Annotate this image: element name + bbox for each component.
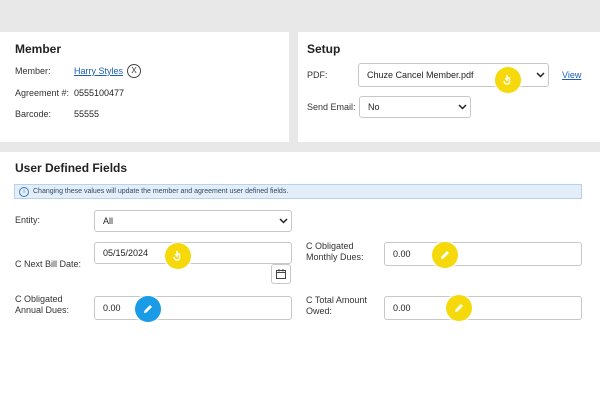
info-banner: i Changing these values will update the … [14, 184, 582, 199]
calendar-icon [276, 269, 286, 279]
entity-select-value: All [103, 216, 114, 226]
barcode-value: 55555 [74, 109, 100, 119]
obligated-monthly-dues-input[interactable]: 0.00 [384, 242, 582, 266]
info-icon: i [19, 186, 29, 197]
total-amount-owed-value: 0.00 [393, 303, 411, 313]
next-bill-date-value: 05/15/2024 [103, 248, 149, 258]
setup-panel [298, 32, 600, 142]
pencil-icon [446, 295, 472, 321]
member-label: Member: [15, 66, 51, 76]
remove-member-icon[interactable]: X [127, 64, 141, 78]
next-bill-date-input[interactable]: 05/15/2024 [94, 242, 292, 264]
entity-select[interactable]: All [94, 210, 292, 232]
udf-title: User Defined Fields [15, 161, 128, 175]
chevron-down-icon [454, 104, 470, 110]
obligated-monthly-dues-value: 0.00 [393, 249, 411, 259]
total-amount-owed-input[interactable]: 0.00 [384, 296, 582, 320]
pencil-icon [432, 242, 458, 268]
obligated-annual-dues-label: C Obligated Annual Dues: [15, 294, 70, 315]
pointer-hand-icon [165, 243, 191, 269]
pencil-icon [135, 296, 161, 322]
chevron-down-icon [275, 218, 291, 224]
send-email-select[interactable]: No [359, 96, 471, 118]
info-text: Changing these values will update the me… [33, 188, 289, 195]
pointer-hand-icon [495, 67, 521, 93]
barcode-label: Barcode: [15, 109, 52, 119]
member-name-link[interactable]: Harry Styles [74, 66, 123, 76]
view-pdf-link[interactable]: View [562, 70, 581, 80]
send-email-select-value: No [368, 102, 380, 112]
obligated-annual-dues-value: 0.00 [103, 303, 121, 313]
send-email-label: Send Email: [307, 102, 356, 112]
calendar-button[interactable] [271, 264, 291, 284]
next-bill-date-label: C Next Bill Date: [15, 259, 82, 269]
entity-label: Entity: [15, 215, 41, 225]
obligated-annual-dues-input[interactable]: 0.00 [94, 296, 292, 320]
total-amount-owed-label: C Total Amount Owed: [306, 295, 367, 316]
agreement-value: 0555100477 [74, 88, 125, 98]
pdf-label: PDF: [307, 70, 328, 80]
member-title: Member [15, 42, 62, 56]
chevron-down-icon [532, 72, 548, 78]
obligated-monthly-dues-label: C Obligated Monthly Dues: [306, 241, 364, 262]
agreement-label: Agreement #: [15, 88, 70, 98]
setup-title: Setup [307, 42, 341, 56]
